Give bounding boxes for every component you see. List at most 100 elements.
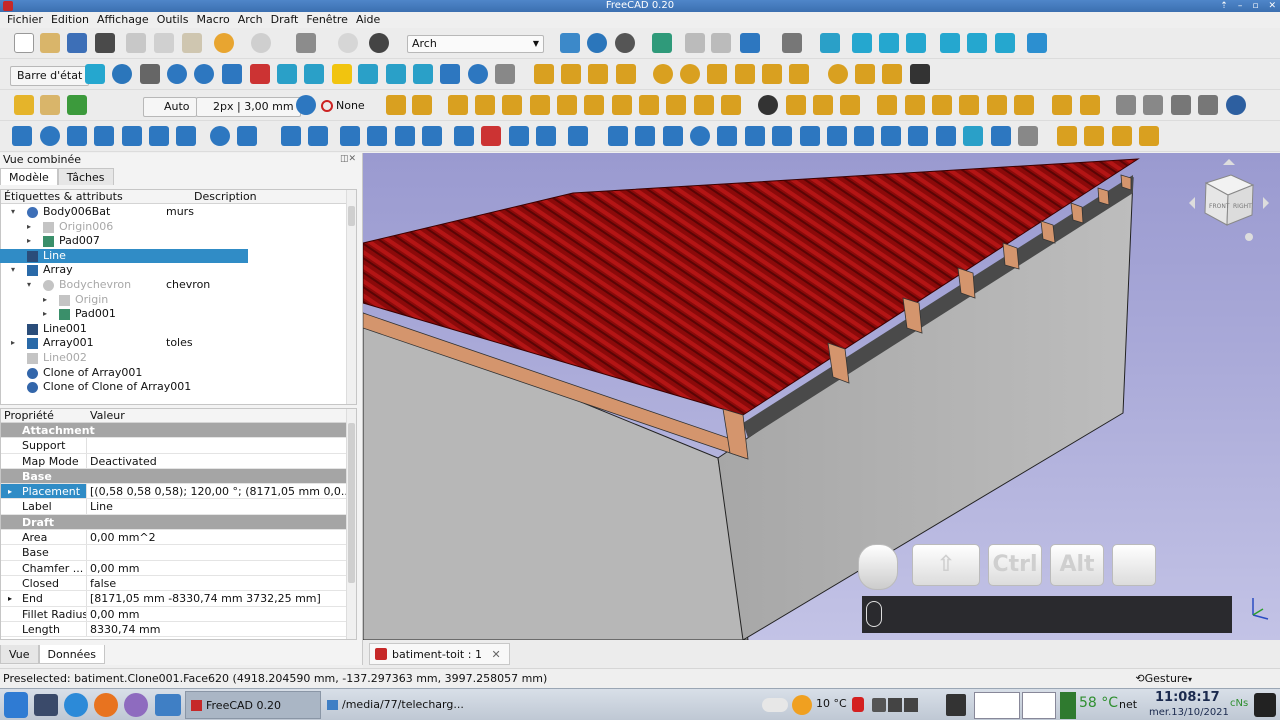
menu-fichier[interactable]: Fichier bbox=[3, 12, 47, 28]
property-row[interactable]: Label Line bbox=[1, 499, 356, 515]
expand-right-icon[interactable]: ▸ bbox=[11, 336, 15, 351]
minus-icon[interactable] bbox=[1198, 95, 1218, 115]
arc-icon[interactable] bbox=[616, 64, 636, 84]
window-tool-icon[interactable] bbox=[666, 95, 686, 115]
layer-icon[interactable] bbox=[14, 95, 34, 115]
property-scrollbar[interactable] bbox=[346, 409, 356, 639]
property-value[interactable]: [(0,58 0,58 0,58); 120,00 °; (8171,05 mm… bbox=[87, 484, 356, 498]
snap-workingplane-icon[interactable] bbox=[963, 126, 983, 146]
roof-icon[interactable] bbox=[530, 95, 550, 115]
tree-row[interactable]: ▸ Origin bbox=[0, 293, 356, 308]
tree-row[interactable]: Clone of Array001 bbox=[0, 366, 356, 381]
snap-midpoint-icon[interactable] bbox=[663, 126, 683, 146]
tree-row[interactable]: ▾ Body006Bat murs bbox=[0, 205, 356, 220]
forward-arrow-icon[interactable] bbox=[711, 33, 731, 53]
show-desktop-icon[interactable] bbox=[34, 694, 58, 716]
view-menu-icon[interactable] bbox=[782, 33, 802, 53]
tools-icon[interactable] bbox=[296, 33, 316, 53]
component-icon[interactable] bbox=[758, 95, 778, 115]
add-icon[interactable] bbox=[1116, 95, 1136, 115]
taskbar-folder[interactable]: /media/77/telecharg... bbox=[322, 691, 482, 719]
rotate-icon[interactable] bbox=[468, 64, 488, 84]
tree-row[interactable]: ▸ Origin006 bbox=[0, 220, 356, 235]
undo-icon[interactable] bbox=[214, 33, 234, 53]
space-icon[interactable] bbox=[639, 95, 659, 115]
snap-angle-icon[interactable] bbox=[717, 126, 737, 146]
building-part-icon[interactable] bbox=[584, 95, 604, 115]
array-dropdown-icon[interactable] bbox=[237, 126, 257, 146]
curtain-wall-icon[interactable] bbox=[475, 95, 495, 115]
tab-donnees[interactable]: Données bbox=[38, 645, 105, 664]
3d-viewport[interactable]: FRONT RIGHT ⇧ Ctrl Alt bbox=[363, 153, 1280, 640]
tree-header-labels[interactable]: Étiquettes & attributs bbox=[1, 190, 191, 203]
snap-center-icon[interactable] bbox=[690, 126, 710, 146]
paste-icon[interactable] bbox=[182, 33, 202, 53]
schedule-icon[interactable] bbox=[959, 95, 979, 115]
isometric-view-icon[interactable] bbox=[820, 33, 840, 53]
bottom-view-icon[interactable] bbox=[967, 33, 987, 53]
clock-date[interactable]: mer.13/10/2021 bbox=[1149, 707, 1229, 718]
draw-style-icon[interactable] bbox=[615, 33, 635, 53]
print-icon[interactable] bbox=[95, 33, 115, 53]
snap-dimensions-icon[interactable] bbox=[991, 126, 1011, 146]
move-icon[interactable] bbox=[440, 64, 460, 84]
window-minimize-button[interactable]: – bbox=[1238, 0, 1243, 12]
tree-header-description[interactable]: Description bbox=[191, 190, 257, 203]
taskbar-freecad[interactable]: FreeCAD 0.20 bbox=[185, 691, 321, 719]
document-tab[interactable]: batiment-toit : 1 ✕ bbox=[369, 643, 510, 665]
circle-icon[interactable] bbox=[653, 64, 673, 84]
text-icon[interactable] bbox=[1057, 126, 1077, 146]
view-bounding-box-icon[interactable] bbox=[652, 33, 672, 53]
point-icon[interactable] bbox=[828, 64, 848, 84]
wall-icon[interactable] bbox=[386, 95, 406, 115]
part-icon[interactable] bbox=[304, 64, 324, 84]
tree-row[interactable]: Clone of Clone of Array001 bbox=[0, 380, 356, 395]
tree-row[interactable]: ▸ Pad007 bbox=[0, 234, 356, 249]
property-value[interactable]: [8171,05 mm -8330,74 mm 3732,25 mm] bbox=[87, 591, 356, 605]
join-icon[interactable] bbox=[149, 126, 169, 146]
security-shield-icon[interactable] bbox=[852, 697, 864, 712]
fillet-icon[interactable] bbox=[588, 64, 608, 84]
property-value[interactable]: Deactivated bbox=[87, 454, 356, 468]
snap-lock-icon[interactable] bbox=[608, 126, 628, 146]
rectangle-icon[interactable] bbox=[707, 64, 727, 84]
expand-right-icon[interactable]: ▸ bbox=[43, 307, 47, 322]
property-group-header[interactable]: Draft bbox=[1, 514, 356, 531]
material-icon[interactable] bbox=[987, 95, 1007, 115]
expand-right-icon[interactable]: ▸ bbox=[8, 591, 12, 605]
tree-row[interactable]: ▸ Array001 toles bbox=[0, 336, 356, 351]
polygon-icon[interactable] bbox=[735, 64, 755, 84]
working-plane-icon[interactable] bbox=[568, 126, 588, 146]
heal-icon[interactable] bbox=[481, 126, 501, 146]
property-row[interactable]: Chamfer ... 0,00 mm bbox=[1, 560, 356, 576]
property-row[interactable]: Support bbox=[1, 438, 356, 454]
property-value[interactable]: 0,00 mm^2 bbox=[87, 530, 356, 544]
keyboard-layout[interactable]: cNs bbox=[1230, 698, 1248, 709]
refresh-icon[interactable] bbox=[338, 33, 358, 53]
property-value[interactable] bbox=[87, 438, 356, 452]
rotate-tool-icon[interactable] bbox=[40, 126, 60, 146]
annotation-style-icon[interactable] bbox=[1139, 126, 1159, 146]
magnifier-icon[interactable] bbox=[112, 64, 132, 84]
multi-material-icon[interactable] bbox=[1014, 95, 1034, 115]
subelement-icon[interactable] bbox=[308, 126, 328, 146]
tab-modele[interactable]: Modèle bbox=[0, 168, 58, 185]
navigation-style-selector[interactable]: ⟲Gesture▾ bbox=[1135, 669, 1192, 689]
menu-aide[interactable]: Aide bbox=[352, 12, 384, 28]
up-arrow-icon[interactable] bbox=[395, 126, 415, 146]
snap-ortho-icon[interactable] bbox=[908, 126, 928, 146]
browser-icon[interactable] bbox=[64, 693, 88, 717]
shapestring-icon[interactable] bbox=[882, 64, 902, 84]
close-icon[interactable]: ✕ bbox=[491, 648, 500, 661]
window-shade-button[interactable]: ⇡ bbox=[1220, 0, 1228, 12]
network-tray-icon[interactable] bbox=[888, 698, 902, 712]
plus-icon[interactable] bbox=[1171, 95, 1191, 115]
apply-style-icon[interactable] bbox=[296, 95, 316, 115]
left-view-icon[interactable] bbox=[995, 33, 1015, 53]
truss-icon[interactable] bbox=[502, 95, 522, 115]
unlink-icon[interactable] bbox=[250, 64, 270, 84]
zoom-icon[interactable] bbox=[587, 33, 607, 53]
panel-icon[interactable] bbox=[557, 95, 577, 115]
power-icon[interactable] bbox=[1254, 693, 1276, 717]
property-header-key[interactable]: Propriété bbox=[1, 409, 87, 422]
